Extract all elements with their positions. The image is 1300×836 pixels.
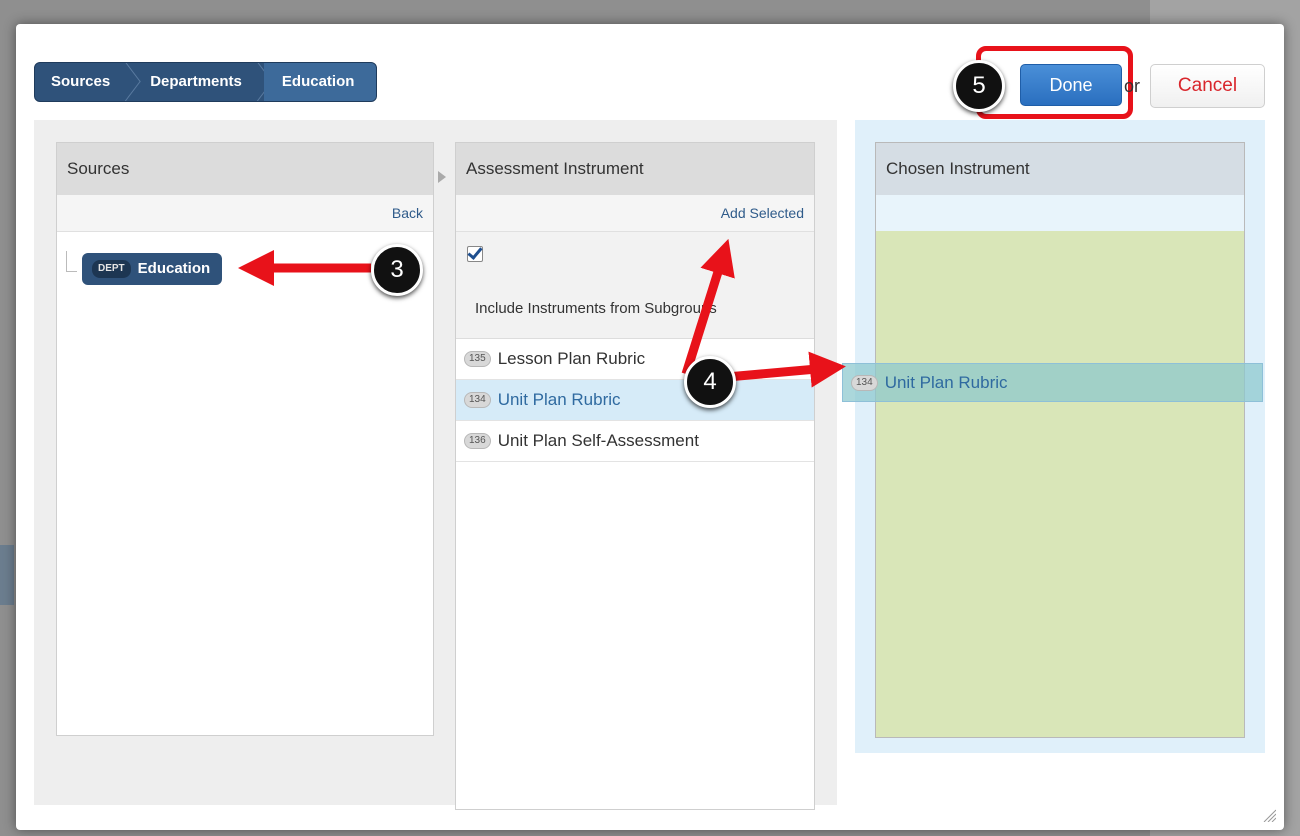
choose-instrument-dialog: Sources Departments Education Done or Ca… [16, 24, 1284, 830]
resize-grip-icon[interactable] [1262, 808, 1276, 822]
background-strip [0, 545, 14, 605]
step-badge-3: 3 [371, 244, 423, 296]
annotation-arrows [238, 238, 846, 388]
step-badge-4: 4 [684, 356, 736, 408]
step-badge-5: 5 [953, 60, 1005, 112]
